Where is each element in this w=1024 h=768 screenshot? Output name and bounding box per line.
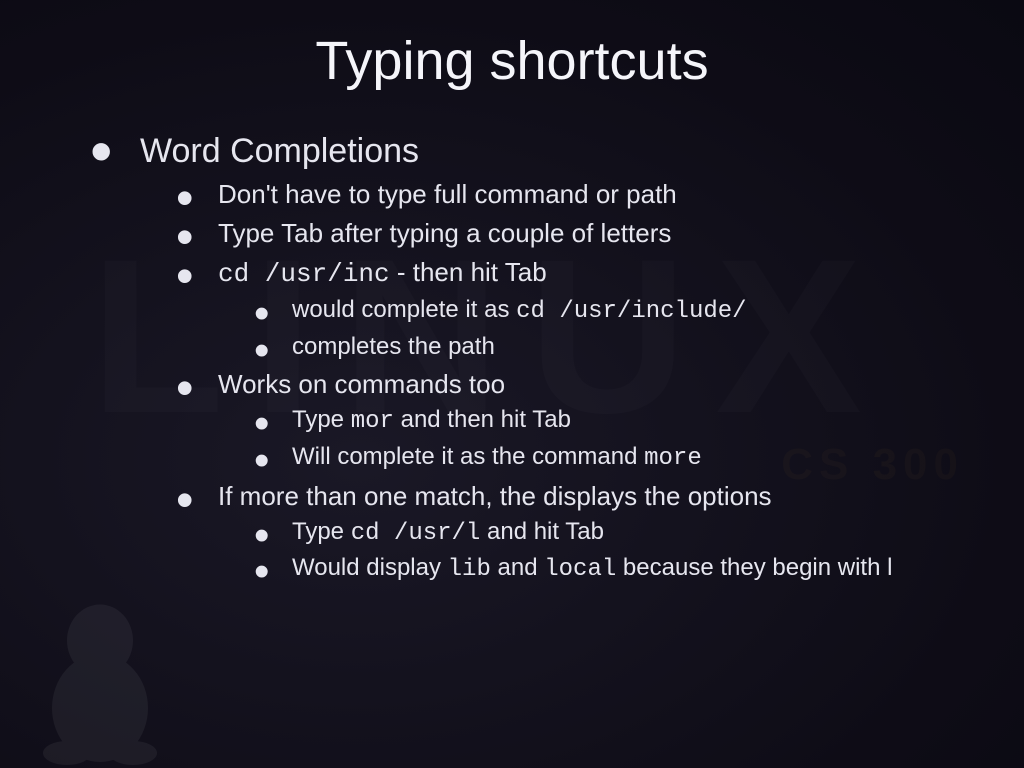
list-item: If more than one match, the displays the… (176, 479, 984, 587)
list-item: completes the path (254, 331, 984, 363)
text: Type Tab after typing a couple of letter… (218, 218, 671, 248)
code: cd /usr/inc (218, 259, 390, 289)
text: and then hit Tab (394, 406, 571, 433)
list-item: cd /usr/inc - then hit Tab would complet… (176, 255, 984, 363)
code: cd /usr/l (351, 520, 481, 547)
list-item: Don't have to type full command or path (176, 177, 984, 212)
text: - then hit Tab (390, 257, 547, 287)
bullet-level-2: would complete it as cd /usr/include/ co… (218, 294, 984, 363)
text: Would display (292, 554, 448, 581)
text: because they begin with l (616, 554, 892, 581)
text: Type (292, 406, 351, 433)
text: Type (292, 518, 351, 545)
text: would complete it as (292, 296, 516, 323)
list-item: Word Completions Don't have to type full… (90, 132, 984, 587)
code: mor (351, 408, 394, 435)
text: Don't have to type full command or path (218, 179, 677, 209)
list-item: would complete it as cd /usr/include/ (254, 294, 984, 328)
text: completes the path (292, 333, 495, 360)
slide-title: Typing shortcuts (40, 30, 984, 92)
code: more (644, 445, 702, 472)
list-item: Type Tab after typing a couple of letter… (176, 216, 984, 251)
slide: Typing shortcuts Word Completions Don't … (0, 0, 1024, 768)
text: Will complete it as the command (292, 443, 644, 470)
bullet-level-2: Type cd /usr/l and hit Tab Would display… (218, 516, 984, 587)
text: If more than one match, the displays the… (218, 481, 772, 511)
bullet-level-0: Word Completions Don't have to type full… (40, 132, 984, 587)
list-item: Type cd /usr/l and hit Tab (254, 516, 984, 550)
list-item: Would display lib and local because they… (254, 552, 984, 586)
bullet-level-1: Don't have to type full command or path … (140, 177, 984, 587)
code: local (544, 556, 616, 583)
list-item: Will complete it as the command more (254, 441, 984, 475)
bullet-level-2: Type mor and then hit Tab Will complete … (218, 404, 984, 475)
list-item: Type mor and then hit Tab (254, 404, 984, 438)
code: lib (448, 556, 491, 583)
code: cd /usr/include/ (516, 298, 746, 325)
text: and hit Tab (480, 518, 604, 545)
text: and (491, 554, 544, 581)
list-item: Works on commands too Type mor and then … (176, 367, 984, 475)
